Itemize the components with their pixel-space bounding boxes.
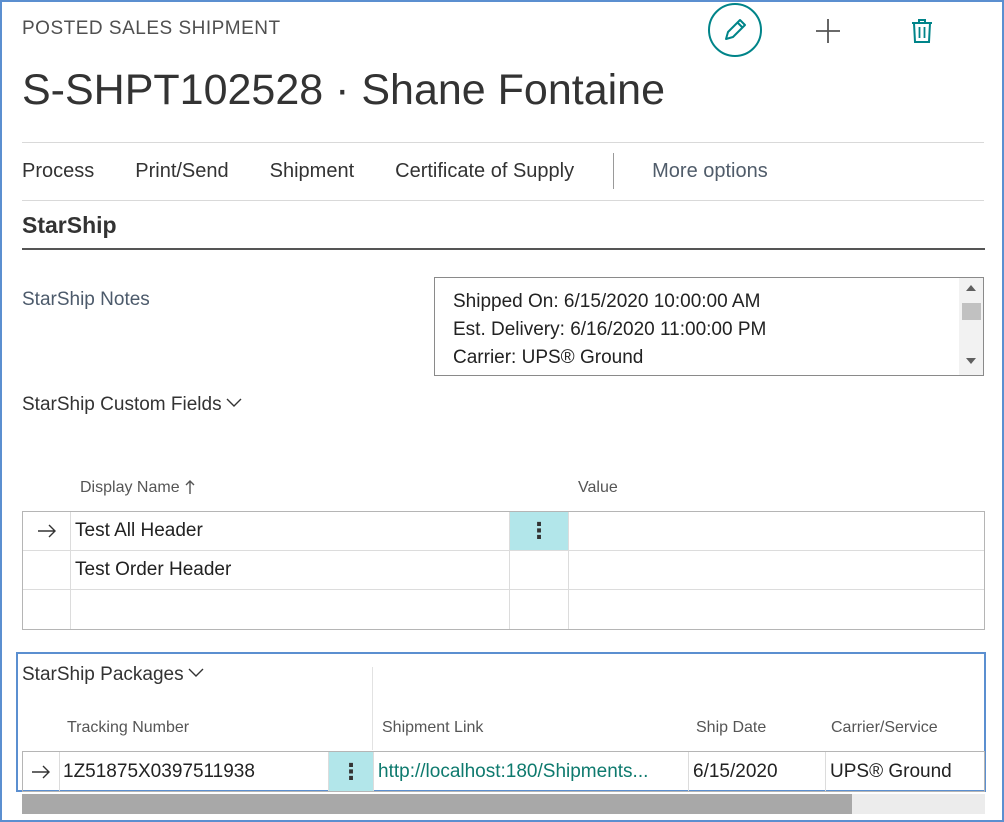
horizontal-scrollbar[interactable] (22, 794, 985, 814)
action-process[interactable]: Process (22, 160, 94, 183)
value-cell[interactable] (569, 590, 984, 629)
value-cell[interactable] (569, 551, 984, 589)
new-button[interactable] (808, 11, 848, 51)
custom-fields-grid: Test All Header ⋮ Test Order Header (22, 511, 985, 630)
action-certificate-of-supply[interactable]: Certificate of Supply (395, 160, 574, 183)
tracking-number-cell[interactable]: 1Z51875X0397511938 (60, 752, 329, 791)
notes-scrollbar[interactable] (959, 278, 983, 375)
display-name-header-label: Display Name (80, 479, 180, 496)
carrier-service-cell[interactable]: UPS® Ground (826, 752, 984, 791)
chevron-down-icon (226, 398, 242, 407)
display-name-cell[interactable]: Test All Header (71, 512, 510, 550)
row-indicator (23, 752, 60, 791)
trash-icon (912, 19, 932, 43)
packages-label: StarShip Packages (22, 664, 184, 685)
column-header-carrier-service[interactable]: Carrier/Service (831, 719, 938, 737)
column-header-value[interactable]: Value (578, 479, 618, 497)
starship-notes-label: StarShip Notes (22, 289, 150, 310)
delete-button[interactable] (902, 11, 942, 51)
column-header-ship-date[interactable]: Ship Date (696, 719, 766, 737)
table-row[interactable] (23, 590, 984, 629)
row-menu-button[interactable] (510, 590, 569, 629)
chevron-down-icon (188, 668, 204, 677)
scroll-thumb[interactable] (962, 303, 981, 320)
action-divider (613, 153, 615, 189)
ellipsis-vertical-icon: ⋮ (340, 758, 362, 784)
row-menu-button[interactable] (510, 551, 569, 589)
notes-line-shipped-on: Shipped On: 6/15/2020 10:00:00 AM (453, 291, 761, 312)
custom-fields-group-header[interactable]: StarShip Custom Fields (22, 394, 242, 416)
starship-notes-field[interactable]: Shipped On: 6/15/2020 10:00:00 AM Est. D… (434, 277, 984, 376)
action-shipment[interactable]: Shipment (270, 160, 355, 183)
table-row[interactable]: 1Z51875X0397511938 ⋮ http://localhost:18… (22, 751, 985, 792)
custom-fields-label: StarShip Custom Fields (22, 394, 222, 415)
pencil-icon (725, 19, 746, 40)
column-header-display-name[interactable]: Display Name (80, 479, 196, 497)
plus-icon (816, 19, 840, 43)
column-header-shipment-link[interactable]: Shipment Link (382, 719, 483, 737)
action-bar: Process Print/Send Shipment Certificate … (22, 142, 984, 200)
display-name-cell[interactable]: Test Order Header (71, 551, 510, 589)
horizontal-scroll-thumb[interactable] (22, 794, 852, 814)
notes-line-carrier: Carrier: UPS® Ground (453, 347, 644, 368)
arrow-right-icon (32, 765, 50, 778)
row-indicator (23, 551, 71, 589)
value-cell[interactable] (569, 512, 984, 550)
section-underline (22, 248, 985, 250)
column-header-tracking-number[interactable]: Tracking Number (67, 719, 189, 737)
row-indicator (23, 512, 71, 550)
row-indicator (23, 590, 71, 629)
table-row[interactable]: Test Order Header (23, 551, 984, 590)
section-title[interactable]: StarShip (22, 212, 117, 239)
packages-column-divider (372, 667, 373, 750)
edit-button[interactable] (708, 3, 762, 57)
scroll-up-icon[interactable] (966, 285, 976, 291)
row-menu-button[interactable]: ⋮ (510, 512, 569, 550)
shipment-link[interactable]: http://localhost:180/Shipments... (374, 752, 689, 791)
notes-line-est-delivery: Est. Delivery: 6/16/2020 11:00:00 PM (453, 319, 767, 340)
packages-group-header[interactable]: StarShip Packages (22, 664, 204, 686)
display-name-cell[interactable] (71, 590, 510, 629)
page-caption: POSTED SALES SHIPMENT (22, 18, 281, 39)
more-options-button[interactable]: More options (652, 160, 768, 183)
scroll-down-icon[interactable] (966, 358, 976, 364)
page-title: S-SHPT102528 · Shane Fontaine (22, 66, 666, 114)
table-row[interactable]: Test All Header ⋮ (23, 512, 984, 551)
ellipsis-vertical-icon: ⋮ (528, 518, 550, 543)
row-menu-button[interactable]: ⋮ (329, 752, 374, 791)
action-print-send[interactable]: Print/Send (135, 160, 228, 183)
ship-date-cell[interactable]: 6/15/2020 (689, 752, 826, 791)
sort-ascending-icon (185, 479, 195, 494)
actionbar-bottom-divider (22, 200, 984, 201)
arrow-right-icon (37, 524, 56, 538)
